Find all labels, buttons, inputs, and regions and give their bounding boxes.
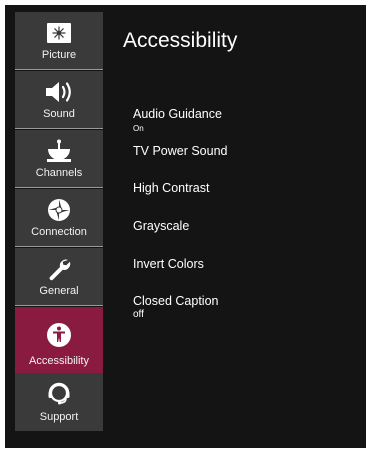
sidebar-item-label: Support	[39, 411, 79, 423]
menu-item-value: On	[133, 124, 144, 133]
menu-item-label: Audio Guidance	[133, 107, 222, 121]
wrench-icon	[15, 257, 103, 281]
menu-item-closed-caption[interactable]: Closed Caption off	[133, 294, 218, 320]
sidebar-item-channels[interactable]: Channels	[15, 130, 103, 188]
sidebar-item-label: Accessibility	[29, 355, 89, 367]
menu-item-label: Closed Caption	[133, 294, 219, 308]
network-icon	[15, 198, 103, 222]
menu-item-label: Invert Colors	[133, 257, 204, 271]
menu-item-label: TV Power Sound	[133, 144, 228, 158]
sidebar-item-accessibility[interactable]: Accessibility	[15, 307, 103, 373]
sidebar-item-label: Sound	[43, 108, 75, 120]
satellite-dish-icon	[15, 139, 103, 163]
page-title: Accessibility	[123, 29, 238, 52]
tv-settings-screen: Picture Sound Channels Connection Genera…	[5, 5, 366, 448]
sidebar-item-label: Connection	[31, 226, 87, 238]
sidebar-item-label: Picture	[41, 49, 77, 61]
accessibility-icon	[15, 323, 103, 347]
menu-item-label: High Contrast	[133, 181, 210, 195]
settings-sidebar: Picture Sound Channels Connection Genera…	[15, 12, 103, 432]
sidebar-item-sound[interactable]: Sound	[15, 71, 103, 129]
menu-item-label: Grayscale	[133, 219, 190, 233]
menu-item-grayscale[interactable]: Grayscale	[133, 219, 189, 233]
speaker-icon	[15, 80, 103, 104]
menu-item-audio-guidance[interactable]: Audio Guidance On	[133, 107, 222, 134]
menu-item-tv-power-sound[interactable]: TV Power Sound	[133, 144, 228, 158]
sidebar-item-connection[interactable]: Connection	[15, 189, 103, 247]
menu-item-value: off	[133, 309, 144, 320]
menu-item-invert-colors[interactable]: Invert Colors	[133, 257, 204, 271]
sidebar-item-support[interactable]: Support	[15, 373, 103, 431]
menu-item-high-contrast[interactable]: High Contrast	[133, 181, 209, 195]
accessibility-panel: Accessibility Audio Guidance On TV Power…	[123, 5, 366, 448]
sidebar-item-label: Channels	[35, 167, 83, 179]
sidebar-item-label: General	[39, 285, 79, 297]
picture-icon	[15, 21, 103, 45]
headset-icon	[15, 382, 103, 406]
sidebar-item-general[interactable]: General	[15, 248, 103, 306]
sidebar-item-picture[interactable]: Picture	[15, 12, 103, 70]
